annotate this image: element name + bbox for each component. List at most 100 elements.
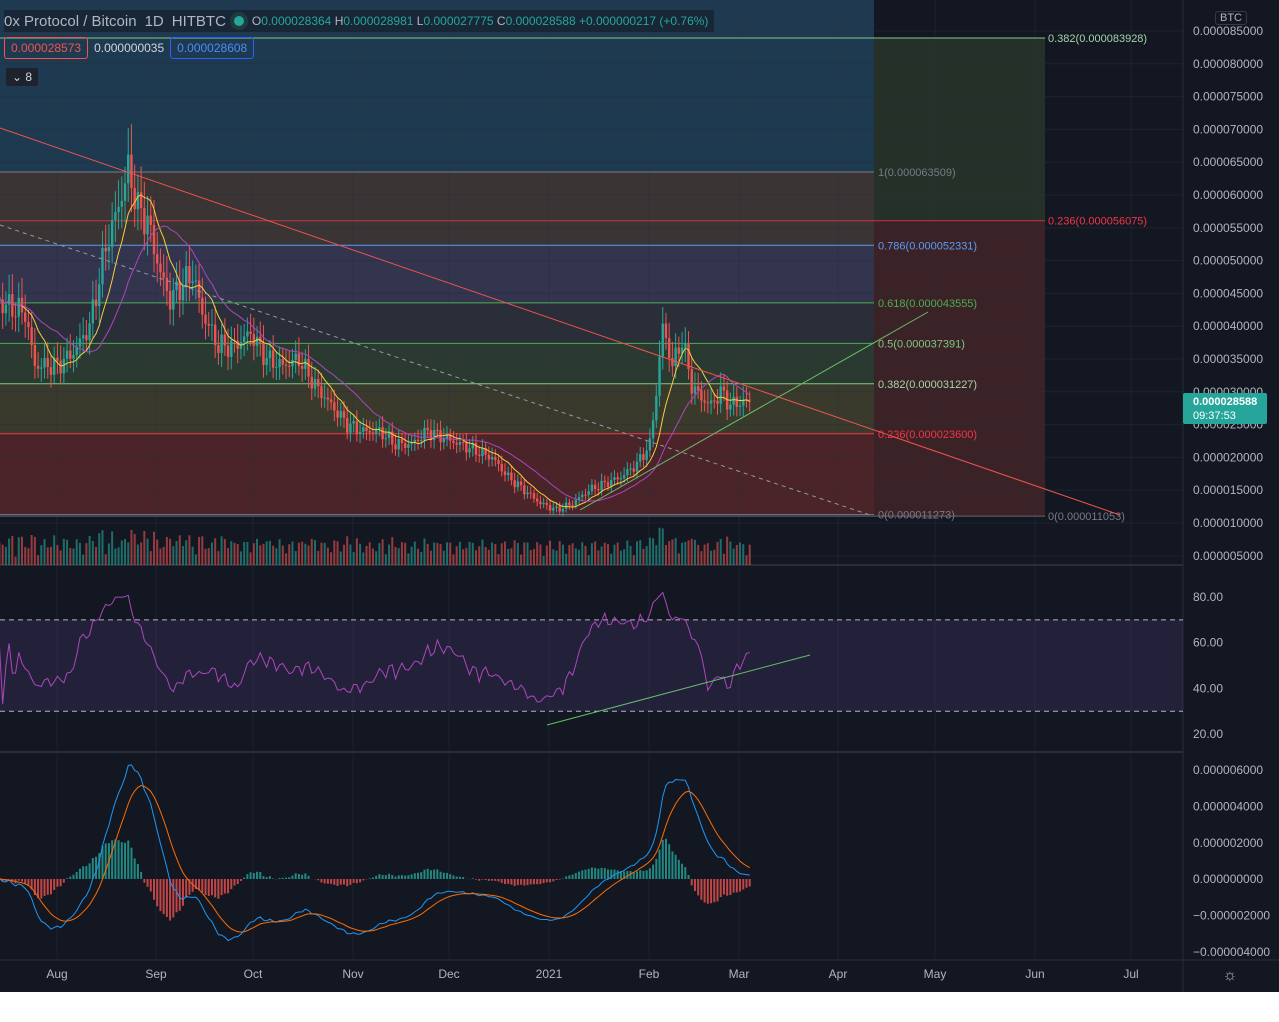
candle-body	[452, 440, 455, 444]
volume-bar	[381, 539, 384, 565]
macd-histogram-bar	[391, 875, 394, 879]
volume-bar	[272, 545, 275, 565]
macd-histogram-bar	[597, 868, 600, 879]
macd-histogram-bar	[53, 879, 56, 890]
y-tick-label: 0.000075000	[1193, 90, 1263, 104]
volume-bar	[262, 543, 265, 565]
macd-histogram-bar	[739, 879, 742, 892]
bar-countdown: 09:37:53	[1193, 410, 1236, 422]
volume-bar	[684, 541, 687, 565]
currency-label[interactable]: BTC	[1215, 11, 1247, 25]
volume-bar	[687, 540, 690, 565]
interval[interactable]: 1D	[145, 13, 164, 30]
indicators-toggle[interactable]: ⌄ 8	[6, 68, 39, 86]
volume-bar	[285, 553, 288, 565]
volume-bar	[265, 541, 268, 565]
candle-body	[600, 480, 603, 491]
volume-bar	[706, 543, 709, 565]
macd-histogram-bar	[745, 879, 748, 888]
macd-histogram-bar	[236, 879, 239, 884]
macd-histogram-bar	[330, 879, 333, 884]
buy-button[interactable]: 0.000028608	[170, 37, 255, 59]
macd-histogram-bar	[46, 879, 49, 895]
y-tick-label: 0.000055000	[1193, 221, 1263, 235]
candle-body	[735, 396, 739, 407]
volume-bar	[429, 550, 432, 565]
volume-bar	[175, 541, 178, 565]
macd-histogram-bar	[198, 879, 201, 890]
volume-bar	[37, 555, 40, 565]
candle-body	[432, 430, 436, 441]
candle-body	[98, 284, 101, 307]
candle-body	[81, 335, 85, 339]
candle-body	[204, 314, 207, 324]
symbol-name[interactable]: 0x Protocol / Bitcoin	[4, 13, 137, 30]
volume-bar	[446, 542, 449, 565]
last-price-label: 0.000028588 09:37:53	[1183, 393, 1267, 424]
macd-histogram-bar	[594, 867, 597, 879]
volume-bar	[536, 542, 539, 565]
macd-histogram-bar	[320, 879, 323, 883]
chart-canvas[interactable]: 0.000085000 0.000080000 0.000075000 0.00007…	[0, 0, 1279, 992]
macd-histogram-bar	[288, 877, 291, 879]
candle-body	[674, 347, 677, 367]
candle-body	[365, 427, 368, 432]
volume-bar	[336, 541, 339, 565]
candle-body	[329, 399, 333, 403]
candle-body	[346, 417, 349, 433]
volume-bar	[91, 540, 94, 565]
macd-histogram-bar	[233, 879, 236, 886]
candle-body	[574, 500, 578, 506]
volume-bar	[693, 539, 696, 565]
candle-body	[461, 441, 465, 443]
macd-histogram-bar	[342, 879, 345, 885]
macd-histogram-bar	[661, 839, 664, 879]
macd-histogram-bar	[59, 879, 62, 887]
macd-histogram-bar	[616, 870, 619, 879]
candle-body	[268, 350, 272, 359]
macd-histogram-bar	[697, 879, 700, 896]
volume-bar	[127, 542, 130, 565]
sell-button[interactable]: 0.000028573	[4, 37, 89, 59]
macd-histogram-bar	[384, 875, 387, 879]
x-tick-label: Aug	[46, 967, 67, 981]
volume-bar	[526, 542, 529, 565]
chart-area[interactable]: 0.000085000 0.000080000 0.000075000 0.00007…	[0, 0, 1279, 992]
candle-body	[43, 358, 46, 368]
candle-body	[400, 439, 404, 444]
macd-histogram-bar	[297, 873, 300, 879]
macd-histogram-bar	[124, 842, 127, 879]
volume-bar	[494, 543, 497, 565]
volume-bar	[17, 537, 20, 565]
candle-body	[304, 358, 307, 369]
candle-body	[217, 345, 220, 353]
candle-body	[510, 472, 513, 481]
macd-histogram-bar	[307, 875, 310, 879]
volume-bar	[33, 536, 36, 565]
candle-body	[194, 280, 198, 282]
candle-body	[307, 358, 310, 377]
macd-histogram-bar	[285, 877, 288, 879]
volume-bar	[220, 536, 223, 565]
candle-body	[349, 423, 352, 433]
candle-body	[445, 435, 449, 439]
volume-bar	[674, 538, 677, 565]
candle-body	[603, 480, 606, 483]
rsi-tick-label: 60.00	[1193, 636, 1223, 650]
fib-band	[0, 343, 874, 384]
macd-histogram-bar	[375, 875, 378, 879]
macd-histogram-bar	[117, 840, 120, 879]
candle-body	[700, 390, 703, 401]
macd-histogram-bar	[584, 869, 587, 879]
candle-body	[497, 460, 500, 464]
candle-body	[722, 386, 726, 391]
volume-bar	[153, 531, 155, 565]
macd-histogram-bar	[571, 874, 574, 879]
candle-body	[49, 367, 53, 375]
volume-bar	[349, 544, 352, 565]
macd-histogram-bar	[256, 871, 259, 879]
macd-histogram-bar	[442, 872, 445, 879]
candle-body	[381, 427, 384, 440]
fib-level-label: 0.382(0.000031227)	[878, 379, 977, 391]
macd-histogram-bar	[503, 879, 506, 885]
